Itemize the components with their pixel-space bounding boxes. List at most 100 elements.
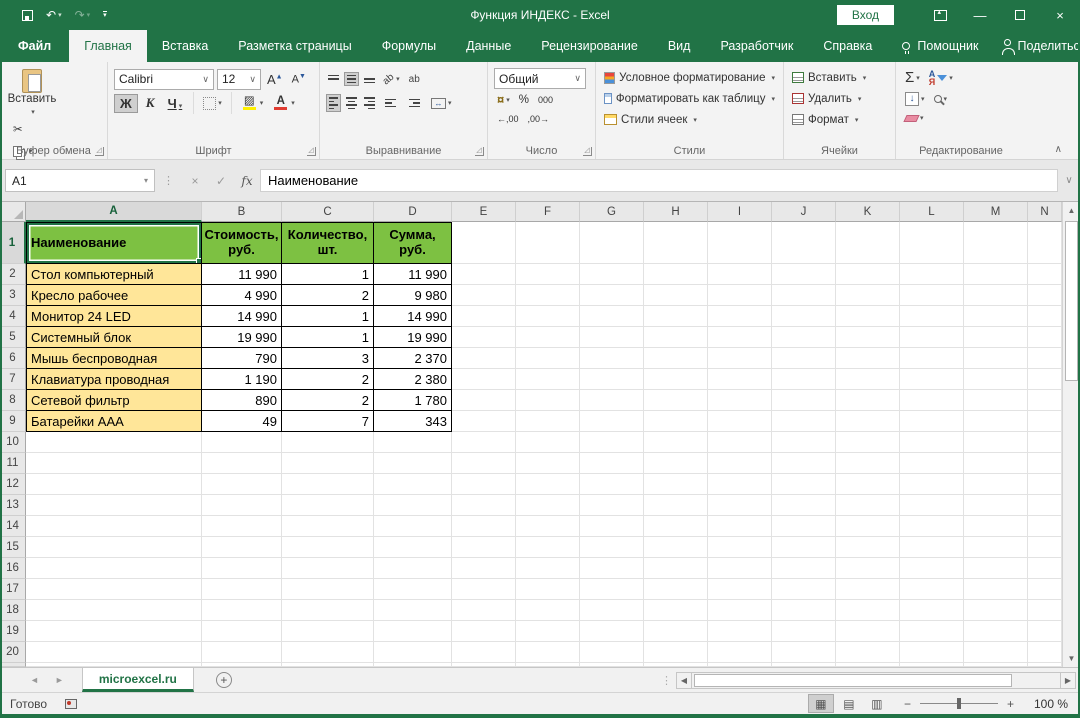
cell-K6[interactable] xyxy=(836,348,900,369)
tab-6[interactable]: Рецензирование xyxy=(526,30,653,62)
cell-I20[interactable] xyxy=(708,642,772,663)
assistant-button[interactable]: Помощник xyxy=(887,30,993,62)
cell-D16[interactable] xyxy=(374,558,452,579)
orientation-button[interactable]: ab xyxy=(380,69,403,89)
row-header-2[interactable]: 2 xyxy=(0,264,26,285)
cell-J18[interactable] xyxy=(772,600,836,621)
cell-L19[interactable] xyxy=(900,621,964,642)
cell-F7[interactable] xyxy=(516,369,580,390)
cell-F8[interactable] xyxy=(516,390,580,411)
cell-I5[interactable] xyxy=(708,327,772,348)
cell-M5[interactable] xyxy=(964,327,1028,348)
cell-D11[interactable] xyxy=(374,453,452,474)
cell-G14[interactable] xyxy=(580,516,644,537)
cell-H13[interactable] xyxy=(644,495,708,516)
horizontal-scroll-thumb[interactable] xyxy=(694,673,1012,687)
redo-button[interactable]: ↷ ▾ xyxy=(75,8,91,22)
cell-styles-button[interactable]: Стили ячеек xyxy=(602,109,777,130)
align-bottom-button[interactable] xyxy=(362,73,377,86)
page-break-view-button[interactable]: ▥ xyxy=(864,694,890,713)
comma-style-button[interactable]: 000 xyxy=(535,90,556,110)
cell-N3[interactable] xyxy=(1028,285,1062,306)
cell-J6[interactable] xyxy=(772,348,836,369)
cell-E16[interactable] xyxy=(452,558,516,579)
cell-G18[interactable] xyxy=(580,600,644,621)
increase-indent-button[interactable] xyxy=(404,93,425,113)
cell-M13[interactable] xyxy=(964,495,1028,516)
font-size-combo[interactable]: 12 xyxy=(217,68,261,90)
cell-G11[interactable] xyxy=(580,453,644,474)
normal-view-button[interactable]: ▦ xyxy=(807,694,834,713)
cell-N20[interactable] xyxy=(1028,642,1062,663)
horizontal-scroll-track[interactable] xyxy=(692,671,1060,689)
cell-L14[interactable] xyxy=(900,516,964,537)
ribbon-display-options-button[interactable] xyxy=(920,0,960,30)
cell-B11[interactable] xyxy=(202,453,282,474)
cell-F6[interactable] xyxy=(516,348,580,369)
cell-I15[interactable] xyxy=(708,537,772,558)
cell-G12[interactable] xyxy=(580,474,644,495)
row-header-1[interactable]: 1 xyxy=(0,222,26,264)
column-header-C[interactable]: C xyxy=(282,202,374,222)
cell-D6[interactable]: 2 370 xyxy=(374,348,452,369)
cell-F10[interactable] xyxy=(516,432,580,453)
cell-M17[interactable] xyxy=(964,579,1028,600)
cell-F16[interactable] xyxy=(516,558,580,579)
cell-J13[interactable] xyxy=(772,495,836,516)
cell-E12[interactable] xyxy=(452,474,516,495)
tab-5[interactable]: Данные xyxy=(451,30,526,62)
cell-L8[interactable] xyxy=(900,390,964,411)
cell-J12[interactable] xyxy=(772,474,836,495)
font-dialog-launcher[interactable]: ◿ xyxy=(307,147,316,156)
zoom-in-button[interactable]: + xyxy=(1007,697,1014,711)
cell-D3[interactable]: 9 980 xyxy=(374,285,452,306)
cell-K5[interactable] xyxy=(836,327,900,348)
cell-J3[interactable] xyxy=(772,285,836,306)
cell-F5[interactable] xyxy=(516,327,580,348)
cell-N10[interactable] xyxy=(1028,432,1062,453)
align-middle-button[interactable] xyxy=(344,71,359,87)
row-header-19[interactable]: 19 xyxy=(0,621,26,642)
cell-I11[interactable] xyxy=(708,453,772,474)
cell-H10[interactable] xyxy=(644,432,708,453)
cell-C11[interactable] xyxy=(282,453,374,474)
column-header-B[interactable]: B xyxy=(202,202,282,222)
cell-E5[interactable] xyxy=(452,327,516,348)
cell-J20[interactable] xyxy=(772,642,836,663)
wrap-text-button[interactable]: ab xyxy=(406,69,423,89)
clipboard-dialog-launcher[interactable]: ◿ xyxy=(95,147,104,156)
shrink-font-button[interactable]: А▼ xyxy=(289,73,309,86)
cell-M16[interactable] xyxy=(964,558,1028,579)
cell-N8[interactable] xyxy=(1028,390,1062,411)
cell-A18[interactable] xyxy=(26,600,202,621)
row-header-11[interactable]: 11 xyxy=(0,453,26,474)
cell-M4[interactable] xyxy=(964,306,1028,327)
cell-L13[interactable] xyxy=(900,495,964,516)
cell-D7[interactable]: 2 380 xyxy=(374,369,452,390)
cell-L16[interactable] xyxy=(900,558,964,579)
cell-K4[interactable] xyxy=(836,306,900,327)
cell-K13[interactable] xyxy=(836,495,900,516)
cell-G4[interactable] xyxy=(580,306,644,327)
cell-B10[interactable] xyxy=(202,432,282,453)
scroll-right-button[interactable]: ▶ xyxy=(1060,671,1076,689)
cell-H11[interactable] xyxy=(644,453,708,474)
accounting-format-button[interactable]: ¤ xyxy=(494,90,513,110)
cell-D13[interactable] xyxy=(374,495,452,516)
cell-K19[interactable] xyxy=(836,621,900,642)
cell-K1[interactable] xyxy=(836,222,900,264)
cell-H1[interactable] xyxy=(644,222,708,264)
cell-B5[interactable]: 19 990 xyxy=(202,327,282,348)
cell-K17[interactable] xyxy=(836,579,900,600)
cell-F17[interactable] xyxy=(516,579,580,600)
cell-F18[interactable] xyxy=(516,600,580,621)
cell-G9[interactable] xyxy=(580,411,644,432)
cell-K15[interactable] xyxy=(836,537,900,558)
cell-H20[interactable] xyxy=(644,642,708,663)
cell-A20[interactable] xyxy=(26,642,202,663)
formula-input[interactable]: Наименование xyxy=(260,169,1058,192)
cell-H3[interactable] xyxy=(644,285,708,306)
cell-D9[interactable]: 343 xyxy=(374,411,452,432)
cell-J17[interactable] xyxy=(772,579,836,600)
cell-C18[interactable] xyxy=(282,600,374,621)
